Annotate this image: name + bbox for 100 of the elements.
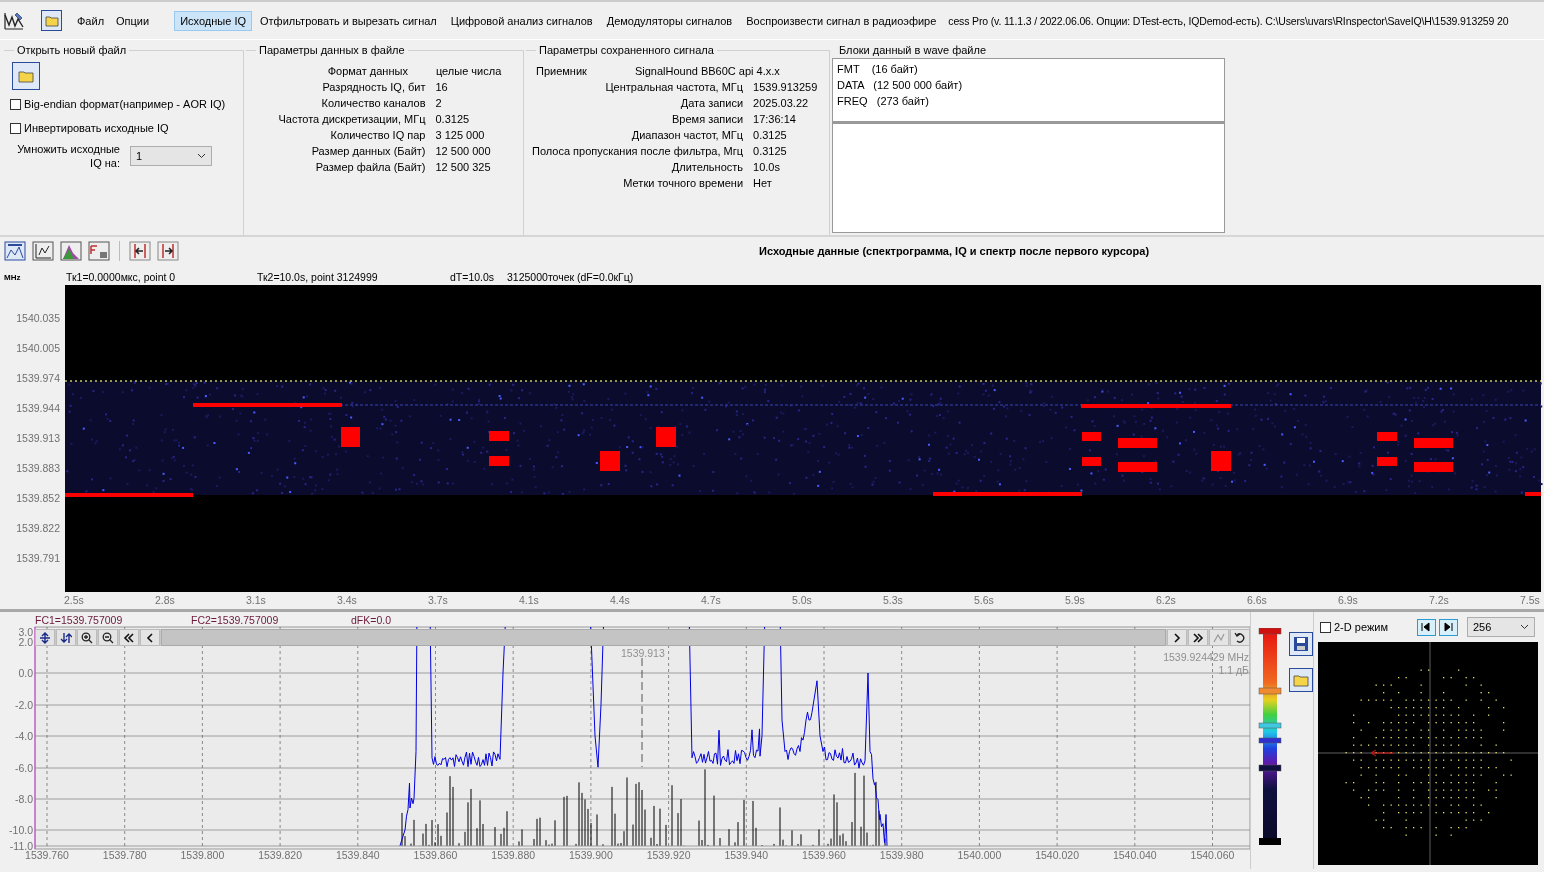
axis-label: 1540.060 xyxy=(1190,849,1235,861)
param-label: Диапазон частот, МГц xyxy=(630,128,744,142)
save-button[interactable] xyxy=(1289,632,1313,656)
param-label: Длительность xyxy=(670,160,744,174)
menu-item[interactable]: Опции xyxy=(115,12,151,29)
list-item[interactable]: FREQ (273 байт) xyxy=(837,93,929,109)
checkbox[interactable] xyxy=(1320,621,1331,633)
zoom-out-button[interactable] xyxy=(98,629,118,646)
axis-label: 1539.920 xyxy=(646,849,691,861)
param-value: 3 125 000 xyxy=(435,128,486,142)
cursor-readout: dFK=0.0 xyxy=(351,614,391,626)
window-title: cess Pro (v. 11.1.3 / 2022.06.06. Опции: DTest-есть, IQDemod-есть). C:\Users\uvars\RInspector\SaveIQ\H\1539.913259 20 xyxy=(948,14,1509,27)
list-item[interactable]: FMT (16 байт) xyxy=(837,61,918,77)
axis-label: 1539.852 xyxy=(16,492,60,504)
multiply-dropdown[interactable]: 1 xyxy=(130,146,212,166)
param-label: Размер данных (Байт) xyxy=(310,144,426,158)
folder-icon xyxy=(1293,673,1309,687)
scroll-end-button[interactable] xyxy=(1188,629,1208,646)
next-button[interactable] xyxy=(1438,618,1458,636)
scroll-right-button[interactable] xyxy=(1167,629,1187,646)
checkbox-label: Big-endian формат(например - AOR IQ) xyxy=(24,98,226,110)
spectrogram-title: Исходные данные (спектрограмма, IQ и спектр после первого курсора) xyxy=(759,245,1150,257)
param-value: целые числа xyxy=(435,64,502,78)
group-title: Параметры данных в файле xyxy=(258,44,406,56)
param-label: Разрядность IQ, бит xyxy=(321,80,426,94)
axis-label: 1539.944 xyxy=(16,402,60,414)
open-file-button[interactable] xyxy=(12,62,40,90)
checkbox-label: Инвертировать исходные IQ xyxy=(24,122,169,134)
menu-item[interactable]: Файл xyxy=(76,12,106,29)
param-label: Частота дискретизации, МГц xyxy=(277,112,426,126)
param-label: Размер файла (Байт) xyxy=(314,160,426,174)
collapse-button[interactable] xyxy=(56,629,76,646)
checkbox[interactable] xyxy=(10,122,21,134)
graph-icon xyxy=(1213,631,1225,644)
axis-label: 1539.913 xyxy=(16,432,60,444)
tab[interactable]: Цифровой анализ сигналов xyxy=(444,10,599,31)
open-folder-button[interactable] xyxy=(41,10,62,31)
axis-label: 4.4s xyxy=(610,594,630,606)
scale-icon[interactable] xyxy=(32,241,54,261)
color-scale-drawing[interactable] xyxy=(1257,628,1283,846)
tab[interactable]: Исходные IQ xyxy=(174,10,252,31)
step-forward-icon[interactable] xyxy=(157,241,179,261)
param-value: 2 xyxy=(435,96,443,110)
chevron-left-icon xyxy=(144,631,156,644)
histogram-icon[interactable] xyxy=(60,241,82,261)
group-title: Блоки данный в wave файле xyxy=(838,44,988,56)
axis-label: 1540.020 xyxy=(1035,849,1079,861)
cursor-readout: dT=10.0s xyxy=(450,271,495,283)
axis-label: 5.3s xyxy=(883,594,903,606)
axis-label: 1540.035 xyxy=(16,312,60,324)
tab[interactable]: Воспроизвести сигнал в радиоэфире xyxy=(740,10,943,31)
tab[interactable]: Демодуляторы сигналов xyxy=(600,10,739,31)
axis-label: 1539.840 xyxy=(335,849,380,861)
param-label: Формат данных xyxy=(327,64,408,78)
param-value: 0.3125 xyxy=(753,144,788,158)
axis-label: 1539.800 xyxy=(180,849,225,861)
cursor-readout: 3125000точек (dF=0.0кГц) xyxy=(507,271,634,283)
axis-label: 1539.974 xyxy=(16,372,60,384)
axis-label: 2.5s xyxy=(64,594,84,606)
tab[interactable]: Отфильтровать и вырезать сигнал xyxy=(254,10,443,31)
axis-label: 2.8s xyxy=(155,594,175,606)
points-dropdown[interactable]: 256 xyxy=(1466,617,1535,637)
cursor-readout: Тк1=0.0000мкс, point 0 xyxy=(66,271,176,283)
axis-label: 1540.005 xyxy=(16,342,60,354)
previous-button[interactable] xyxy=(1416,618,1436,636)
group-title: Открыть новый файл xyxy=(16,44,128,56)
axis-label: 3.0 xyxy=(18,626,33,638)
axis-label: -6.0 xyxy=(14,762,33,774)
chevron-right-icon xyxy=(1171,631,1183,644)
skip-forward-icon xyxy=(1443,622,1454,632)
list-item[interactable]: DATA (12 500 000 байт) xyxy=(837,77,963,93)
spectrum-plot-drawing[interactable] xyxy=(34,626,1250,850)
param-value: 0.3125 xyxy=(435,112,471,126)
param-value: 12 500 000 xyxy=(435,144,492,158)
skip-back-icon xyxy=(1421,622,1432,632)
axis-label: 1539.900 xyxy=(569,849,613,861)
group-title: Параметры сохраненного сигнала xyxy=(538,44,715,56)
undo-icon xyxy=(1234,631,1246,644)
step-back-icon[interactable] xyxy=(129,241,151,261)
checkbox-label: 2-D режим xyxy=(1334,621,1388,633)
axis-label: 3.4s xyxy=(337,594,357,606)
scroll-left-button[interactable] xyxy=(140,629,160,646)
app-logo-icon[interactable] xyxy=(3,10,25,31)
axis-label: 5.0s xyxy=(792,594,812,606)
param-value: 12 500 325 xyxy=(435,160,492,174)
axis-label: 7.2s xyxy=(1429,594,1449,606)
open-file-button[interactable] xyxy=(1289,668,1313,692)
zoom-in-button[interactable] xyxy=(77,629,97,646)
axis-label: -2.0 xyxy=(14,699,33,711)
expand-icon xyxy=(39,631,51,644)
frequency-readout: 1539.924429 MHz xyxy=(1163,651,1249,663)
folder-icon xyxy=(18,69,34,83)
undo-button[interactable] xyxy=(1230,629,1250,646)
checkbox[interactable] xyxy=(10,98,21,110)
param-label: Метки точного времени xyxy=(622,176,744,190)
param-value: Нет xyxy=(753,176,773,190)
axis-label: 3.7s xyxy=(428,594,448,606)
axis-label: 1539.791 xyxy=(16,552,60,564)
scroll-start-button[interactable] xyxy=(119,629,139,646)
expand-button[interactable] xyxy=(35,629,55,646)
